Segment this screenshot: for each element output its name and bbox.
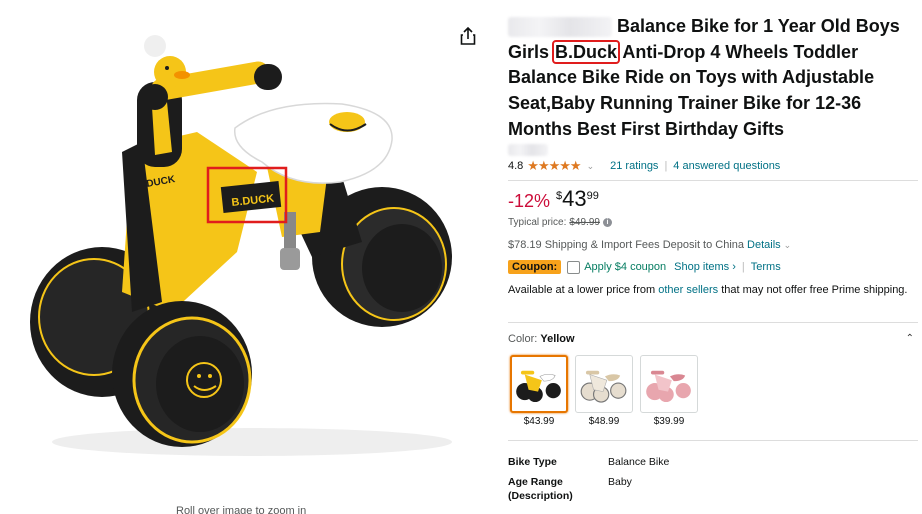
spec-value: Baby [608, 476, 632, 488]
chevron-down-icon[interactable]: ⌄ [587, 161, 595, 172]
selected-color: Yellow [540, 333, 575, 345]
shipping-details-link[interactable]: Details [747, 239, 781, 251]
rating-value: 4.8 [508, 160, 524, 172]
swatch-image-pink [640, 355, 698, 413]
color-swatch-yellow[interactable]: $43.99 [510, 355, 568, 427]
divider [508, 180, 918, 181]
swatch-price: $43.99 [523, 416, 555, 427]
blurred-store-name [508, 17, 612, 38]
color-selector-header: Color: Yellow ⌃ [508, 333, 918, 345]
ratings-link[interactable]: 21 ratings [610, 160, 658, 172]
shipping-text: $78.19 Shipping & Import Fees Deposit to… [508, 239, 745, 251]
coupon-checkbox[interactable] [567, 260, 581, 274]
spec-row: Age Range (Description) Baby [508, 475, 669, 503]
price-fraction: 99 [586, 190, 599, 202]
apply-coupon-label[interactable]: Apply $4 coupon [584, 261, 666, 273]
spec-row: Bike Type Balance Bike [508, 455, 669, 469]
discount-percent: -12% [508, 191, 551, 211]
info-icon[interactable]: i [602, 218, 612, 227]
spec-value: Balance Bike [608, 456, 670, 468]
terms-link[interactable]: Terms [751, 261, 781, 273]
chevron-down-icon[interactable]: ⌄ [784, 240, 792, 251]
front-right-wheel [112, 301, 252, 447]
product-main-image[interactable]: B.DUCK DUCK [22, 12, 478, 474]
swatch-price: $39.99 [653, 416, 685, 427]
star-rating-icon[interactable]: ★★★★★ [527, 158, 581, 174]
swatch-price: $48.99 [588, 416, 620, 427]
color-swatch-beige[interactable]: $48.99 [575, 355, 633, 427]
color-swatches: $43.99 $48.99 $39.99 [510, 355, 698, 427]
coupon-row: Coupon: Apply $4 coupon Shop items › | T… [508, 259, 781, 275]
image-gallery: B.DUCK DUCK Roll over image to zoom in [0, 0, 492, 514]
divider: | [741, 261, 745, 273]
other-sellers-link[interactable]: other sellers [658, 284, 718, 296]
zoom-hint: Roll over image to zoom in [176, 505, 307, 514]
rating-row: 4.8 ★★★★★ ⌄ 21 ratings | 4 answered ques… [508, 158, 918, 174]
color-swatch-pink[interactable]: $39.99 [640, 355, 698, 427]
shipping-info: $78.19 Shipping & Import Fees Deposit to… [508, 239, 791, 251]
product-title: Balance Bike for 1 Year Old Boys Girls B… [508, 14, 908, 143]
typical-price: Typical price: $49.99 i [508, 217, 612, 228]
divider: | [664, 160, 668, 172]
divider [508, 440, 918, 441]
typical-price-value: $49.99 [569, 217, 600, 228]
blurred-brand-link [508, 144, 548, 156]
shop-items-link[interactable]: Shop items › [674, 261, 736, 273]
price-block: -12% $ 43 99 [508, 186, 599, 216]
product-specs: Bike Type Balance Bike Age Range (Descri… [508, 455, 669, 509]
price-whole: 43 [562, 186, 587, 211]
availability-prefix: Available at a lower price from [508, 284, 656, 296]
answered-questions-link[interactable]: 4 answered questions [673, 160, 780, 172]
spec-key: Bike Type [508, 456, 557, 468]
coupon-badge: Coupon: [508, 260, 562, 274]
spec-key: Age Range (Description) [508, 476, 573, 502]
product-info: Balance Bike for 1 Year Old Boys Girls B… [508, 0, 922, 514]
share-icon[interactable] [457, 25, 479, 47]
color-label: Color: [508, 333, 538, 345]
swatch-image-beige [575, 355, 633, 413]
divider [508, 322, 918, 323]
availability-suffix: that may not offer free Prime shipping. [721, 284, 908, 296]
chevron-up-icon[interactable]: ⌃ [906, 333, 914, 344]
typical-price-label: Typical price: [508, 217, 567, 228]
availability-note: Available at a lower price from other se… [508, 283, 908, 299]
brand-name: B.Duck [552, 39, 621, 64]
swatch-image-yellow [510, 355, 568, 413]
